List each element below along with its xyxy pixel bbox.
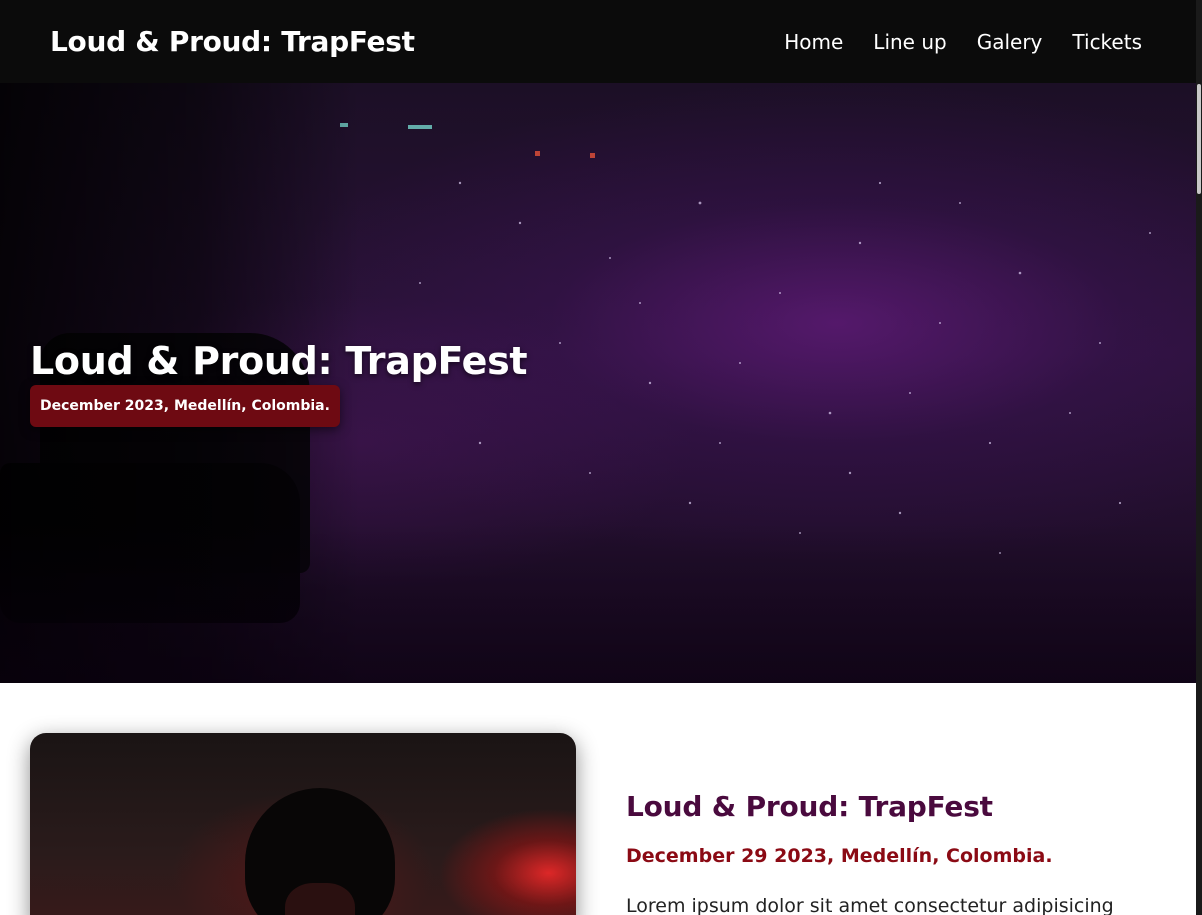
brand-logo-link[interactable]: Loud & Proud: TrapFest	[50, 25, 415, 58]
about-section: Loud & Proud: TrapFest December 29 2023,…	[626, 790, 1186, 915]
hero-shade-bottom	[0, 523, 1196, 683]
top-navigation-bar: Loud & Proud: TrapFest Home Line up Gale…	[0, 0, 1202, 83]
about-date: December 29 2023, Medellín, Colombia.	[626, 845, 1053, 867]
scrollbar-thumb[interactable]	[1197, 84, 1201, 194]
hero-date-badge: December 2023, Medellín, Colombia.	[30, 385, 340, 427]
hero-banner: Loud & Proud: TrapFest December 2023, Me…	[0, 83, 1196, 683]
about-title: Loud & Proud: TrapFest	[626, 790, 993, 823]
performer-image	[30, 733, 576, 915]
nav-link-tickets[interactable]: Tickets	[1072, 30, 1142, 54]
performer-hand-microphone	[285, 883, 355, 915]
page-scrollbar[interactable]	[1196, 0, 1202, 915]
page: Loud & Proud: TrapFest Home Line up Gale…	[0, 0, 1202, 915]
about-body-text: Lorem ipsum dolor sit amet consectetur a…	[626, 895, 1114, 915]
nav-link-galery[interactable]: Galery	[977, 30, 1043, 54]
main-nav: Home Line up Galery Tickets	[784, 30, 1142, 54]
nav-link-line-up[interactable]: Line up	[873, 30, 946, 54]
hero-title: Loud & Proud: TrapFest	[30, 339, 528, 383]
nav-link-home[interactable]: Home	[784, 30, 843, 54]
